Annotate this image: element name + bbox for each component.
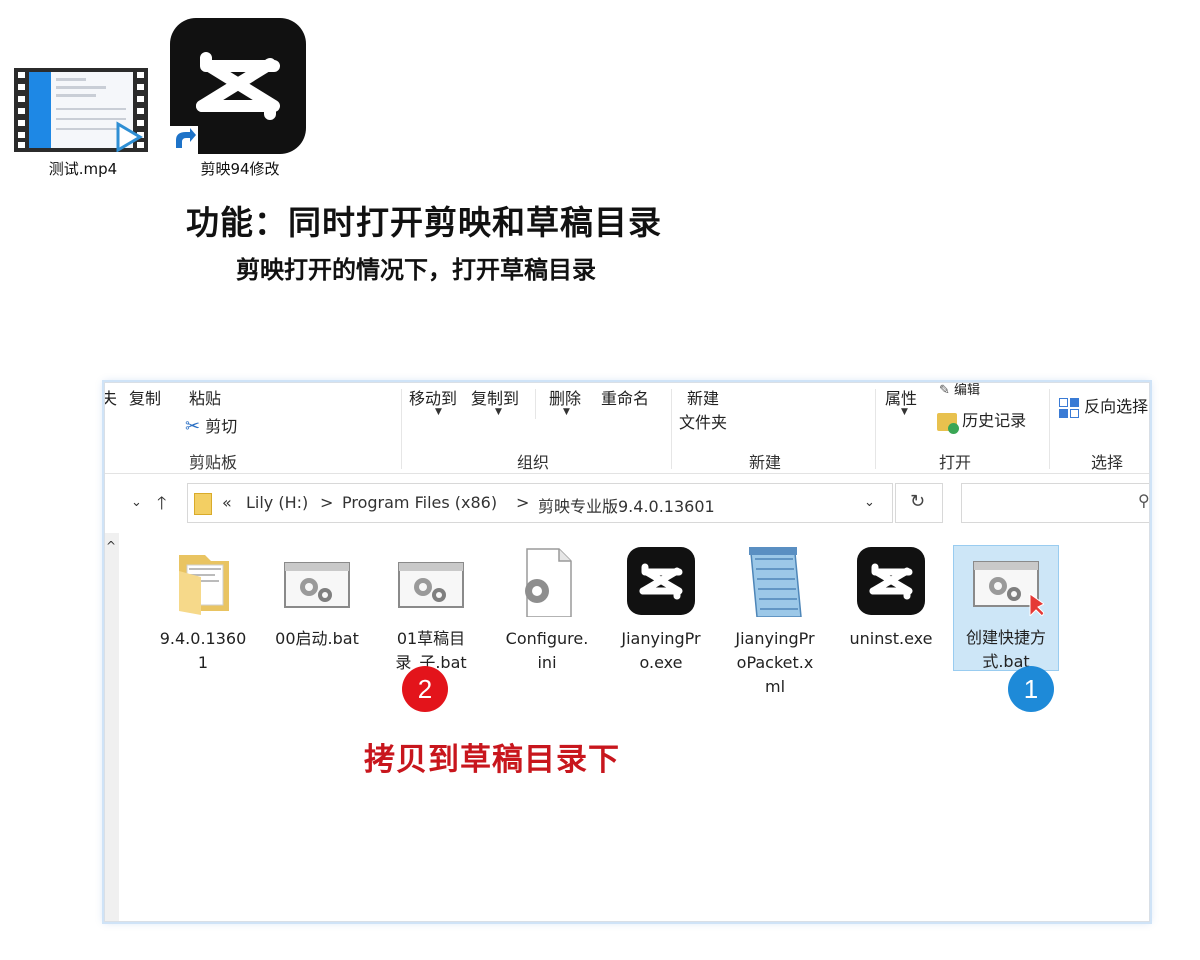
chevron-down-icon: ▼ xyxy=(901,407,908,417)
file-label-part: 9.4.0.1360 1 xyxy=(159,629,247,672)
file-label-part: ml xyxy=(764,677,786,696)
group-open: 打开 xyxy=(939,453,972,472)
history-icon xyxy=(937,412,959,434)
file-label-part: ini xyxy=(537,653,557,672)
move-to-button[interactable]: 移动到 xyxy=(409,385,457,409)
ribbon-divider xyxy=(671,389,672,469)
ribbon-divider xyxy=(1049,389,1050,469)
file-label: 创建快捷方 式.bat xyxy=(954,626,1058,674)
chevron-down-icon: ▼ xyxy=(495,407,502,417)
navigation-bar: ⌄ 🡑 « Lily (H:) > Program Files (x86) > … xyxy=(105,479,1149,525)
recent-locations-chevron-icon[interactable]: ⌄ xyxy=(131,495,142,510)
file-item-folder[interactable]: 9.4.0.1360 1 xyxy=(151,547,255,675)
file-label-part: 01草稿目 xyxy=(396,629,466,648)
ribbon-divider xyxy=(401,389,402,469)
breadcrumb-drive[interactable]: Lily (H:) xyxy=(246,493,308,512)
edit-label: 编辑 xyxy=(954,383,981,398)
file-label-part: 创建快捷方 xyxy=(965,628,1046,647)
file-label: uninst.exe xyxy=(849,629,933,648)
folder-icon xyxy=(194,493,212,515)
chevron-down-icon: ▼ xyxy=(435,407,442,417)
rename-button[interactable]: 重命名 xyxy=(601,385,649,409)
refresh-button[interactable]: ↻ xyxy=(895,483,943,523)
invert-selection-label: 反向选择 xyxy=(1084,397,1149,416)
breadcrumb-program-files[interactable]: Program Files (x86) xyxy=(342,493,497,512)
bat-gear-icon xyxy=(968,546,1045,618)
scroll-up-arrow-icon[interactable]: ^ xyxy=(106,539,116,553)
address-bar[interactable]: « Lily (H:) > Program Files (x86) > 剪映专业… xyxy=(187,483,893,523)
step-badge-2: 2 xyxy=(402,666,448,712)
refresh-icon: ↻ xyxy=(910,491,926,512)
ribbon-divider xyxy=(535,389,536,419)
cut-label: 剪切 xyxy=(205,417,238,436)
search-icon: ⚲ xyxy=(1138,491,1150,510)
step-badge-1: 1 xyxy=(1008,666,1054,712)
page-title: 功能：同时打开剪映和草稿目录 xyxy=(186,203,662,242)
new-folder-button[interactable]: 新建 xyxy=(687,385,719,409)
scrollbar[interactable]: ^ xyxy=(105,533,119,921)
copy-button[interactable]: 复制 xyxy=(129,385,161,409)
bat-gear-icon xyxy=(279,547,355,617)
ribbon-divider xyxy=(875,389,876,469)
invert-selection-button[interactable]: 反向选择 xyxy=(1059,393,1148,418)
capcut-shortcut-label: 剪映94修改 xyxy=(200,160,280,178)
breadcrumb-separator: > xyxy=(516,493,530,512)
cut-button[interactable]: ✂ 剪切 xyxy=(185,413,237,437)
capcut-icon xyxy=(623,547,699,617)
new-folder-button-line2: 文件夹 xyxy=(679,413,728,432)
file-item-create-shortcut-bat[interactable]: 创建快捷方 式.bat xyxy=(953,545,1059,671)
folder-icon xyxy=(165,547,241,617)
capcut-icon[interactable] xyxy=(170,18,306,154)
history-button[interactable]: 历史记录 xyxy=(937,407,1027,434)
file-label: 9.4.0.1360 1 xyxy=(151,627,255,675)
file-item-bat-start[interactable]: 00启动.bat xyxy=(265,547,369,651)
address-overflow-chevrons[interactable]: « xyxy=(222,493,232,512)
file-explorer-window: 夫 复制 粘贴 ✂ 剪切 剪贴板 移动到 ▼ 复制到 ▼ 删除 ▼ 重命名 组织… xyxy=(104,382,1150,922)
group-select: 选择 xyxy=(1091,453,1124,472)
ini-config-icon xyxy=(509,547,585,618)
file-label: JianyingPr oPacket.x ml xyxy=(723,627,827,699)
file-item-uninst-exe[interactable]: uninst.exe xyxy=(839,547,943,651)
search-input[interactable]: ⚲ xyxy=(961,483,1150,523)
file-label: 00启动.bat xyxy=(275,629,359,648)
up-arrow-icon[interactable]: 🡑 xyxy=(157,491,166,521)
breadcrumb-separator: > xyxy=(320,493,334,512)
file-label-part: JianyingPr xyxy=(621,629,701,648)
chevron-down-icon[interactable]: ⌄ xyxy=(864,495,875,510)
chevron-down-icon: ▼ xyxy=(563,407,570,417)
history-label: 历史记录 xyxy=(962,411,1027,430)
file-item-bat-draft[interactable]: 01草稿目 录_子.bat xyxy=(379,547,483,675)
edit-button[interactable]: ✎ 编辑 xyxy=(939,383,981,398)
breadcrumb-jianying[interactable]: 剪映专业版9.4.0.13601 xyxy=(538,493,715,517)
file-label-part: Configure. xyxy=(505,629,589,648)
file-label-part: JianyingPr xyxy=(735,629,815,648)
notepad-icon xyxy=(737,547,813,618)
file-item-configure-ini[interactable]: Configure. ini xyxy=(495,547,599,675)
file-label: JianyingPr o.exe xyxy=(609,627,713,675)
delete-button[interactable]: 删除 xyxy=(549,385,581,409)
video-file-label: 测试.mp4 xyxy=(48,160,118,178)
copy-to-button[interactable]: 复制到 xyxy=(471,385,519,409)
file-list-area: ^ 9.4.0.1360 1 00启动.bat 01草稿目 录_子.bat Co… xyxy=(105,533,1149,921)
capcut-icon xyxy=(853,547,929,617)
file-label: Configure. ini xyxy=(495,627,599,675)
ribbon: 夫 复制 粘贴 ✂ 剪切 剪贴板 移动到 ▼ 复制到 ▼ 删除 ▼ 重命名 组织… xyxy=(105,383,1149,474)
group-clipboard: 剪贴板 xyxy=(189,453,238,472)
ribbon-partial-label: 夫 xyxy=(105,385,117,409)
video-file-icon[interactable] xyxy=(14,68,148,153)
paste-button[interactable]: 粘贴 xyxy=(189,385,221,409)
page-subtitle: 剪映打开的情况下，打开草稿目录 xyxy=(236,256,596,284)
group-organize: 组织 xyxy=(517,453,550,472)
annotation-copy-to-draft: 拷贝到草稿目录下 xyxy=(364,742,620,778)
file-label-part: oPacket.x xyxy=(736,653,814,672)
grid-select-icon xyxy=(1059,397,1079,418)
edit-icon: ✎ xyxy=(939,383,950,398)
properties-button[interactable]: 属性 xyxy=(885,385,917,409)
file-item-packet-xml[interactable]: JianyingPr oPacket.x ml xyxy=(723,547,827,699)
bat-gear-icon xyxy=(393,547,469,617)
file-item-jianyingpro-exe[interactable]: JianyingPr o.exe xyxy=(609,547,713,675)
group-new: 新建 xyxy=(749,453,782,472)
scissors-icon: ✂ xyxy=(185,416,201,437)
file-label-part: o.exe xyxy=(639,653,683,672)
